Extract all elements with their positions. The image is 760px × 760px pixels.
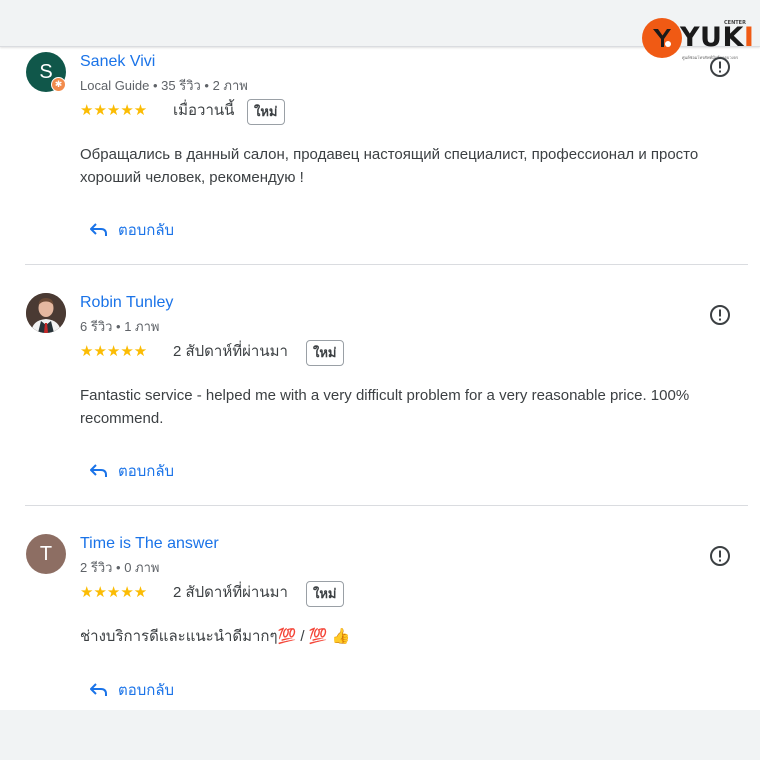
yuki-center-logo: YUKI CENTER ศูนย์ซ่อมโทรศัพท์มือถือครบวง… [642,18,754,60]
review-divider [25,264,748,265]
star-rating: ★★★★★ [80,102,148,119]
reviewer-meta: Local Guide • 35 รีวิว • 2 ภาพ [80,78,248,93]
review-date: 2 สัปดาห์ที่ผ่านมา [173,343,288,360]
new-badge: ใหม่ [247,99,285,125]
new-badge: ใหม่ [306,581,344,607]
bottom-bar [0,710,760,760]
star-rating: ★★★★★ [80,343,148,360]
review-text: ช่างบริการดีและแนะนำดีมากๆ💯 / 💯 👍 [80,628,351,645]
reviewer-meta: 2 รีวิว • 0 ภาพ [80,560,160,575]
reply-label: ตอบกลับ [118,682,175,699]
reviewer-meta: 6 รีวิว • 1 ภาพ [80,319,160,334]
logo-mark-icon [642,18,682,58]
reply-button[interactable]: ตอบกลับ [90,218,174,242]
reply-label: ตอบกลับ [118,463,175,480]
reply-arrow-icon [90,223,107,236]
reply-arrow-icon [90,464,107,477]
report-flag-icon[interactable] [709,304,731,326]
star-rating: ★★★★★ [80,584,148,601]
reply-arrow-icon [90,683,107,696]
reply-label: ตอบกลับ [118,222,175,239]
avatar[interactable]: T [26,534,66,574]
review-text: Обращались в данный салон, продавец наст… [80,146,699,186]
review-text: Fantastic service - helped me with a ver… [80,387,690,427]
review-date: 2 สัปดาห์ที่ผ่านมา [173,584,288,601]
avatar-photo-icon [26,293,66,333]
report-flag-icon[interactable] [709,56,731,78]
logo-wordmark: YUKI [680,22,755,53]
report-flag-icon[interactable] [709,545,731,567]
new-badge: ใหม่ [306,340,344,366]
reviewer-name[interactable]: Sanek Vivi [80,53,155,71]
reviewer-name[interactable]: Robin Tunley [80,294,173,312]
reply-button[interactable]: ตอบกลับ [90,678,174,702]
reviewer-name[interactable]: Time is The answer [80,535,219,553]
review-divider [25,505,748,506]
logo-center-label: CENTER [724,20,746,26]
local-guide-badge-icon: ✱ [51,77,66,92]
reply-button[interactable]: ตอบกลับ [90,459,174,483]
avatar[interactable] [26,293,66,333]
review-date: เมื่อวานนี้ [173,102,235,119]
